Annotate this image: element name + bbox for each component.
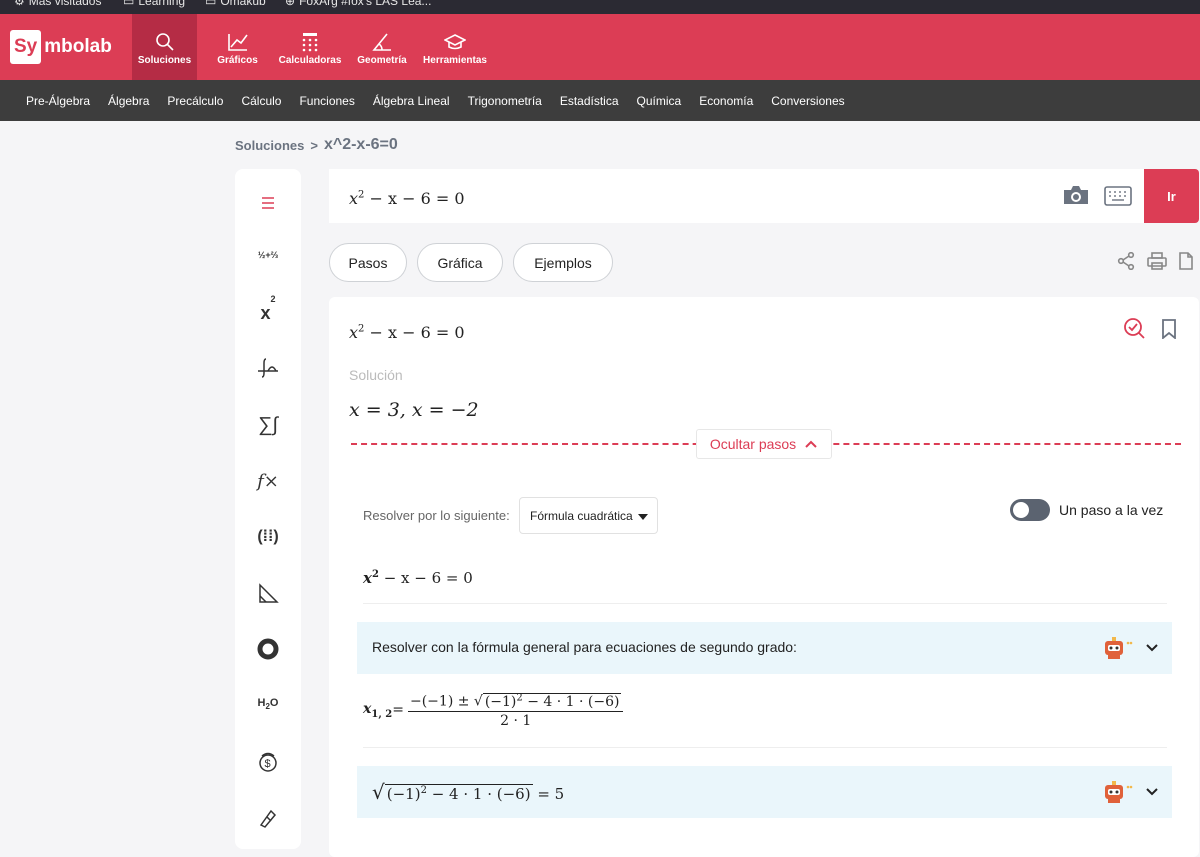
integral-icon[interactable] [235, 348, 301, 388]
chart-donut-icon[interactable] [235, 629, 301, 669]
top-nav: Sy mbolab Soluciones Gráficos Calculadora… [0, 14, 1200, 80]
graduation-cap-icon [444, 29, 466, 55]
breadcrumb-root[interactable]: Soluciones [235, 138, 304, 153]
exponent-icon[interactable]: x2 [235, 293, 301, 333]
sigma-icon[interactable]: ∑∫ [235, 405, 301, 445]
nav-tab-geometria[interactable]: Geometría [352, 14, 412, 80]
print-icon[interactable] [1147, 252, 1167, 275]
discriminant-expression: √ (−1)2 − 4 · 1 · (−6) = 5 [372, 780, 565, 804]
symbol-sidebar: ½+⅔ x2 ∑∫ f× (⁞⁞) H2O $ [235, 169, 301, 849]
chevron-down-icon[interactable] [1145, 784, 1159, 802]
chevron-up-icon [804, 436, 818, 452]
breadcrumb-separator: > [310, 137, 318, 153]
subject-nav: Pre-Álgebra Álgebra Precálculo Cálculo F… [0, 80, 1200, 121]
subnav-pre-algebra[interactable]: Pre-Álgebra [26, 94, 90, 108]
step-description: Resolver con la fórmula general para ecu… [372, 639, 797, 655]
step-by-step-toggle[interactable] [1010, 499, 1050, 521]
subnav-trigonometria[interactable]: Trigonometría [468, 94, 542, 108]
tab-pasos[interactable]: Pasos [329, 243, 407, 282]
triangle-pi-icon[interactable] [235, 573, 301, 613]
solve-by-label: Resolver por lo siguiente: [363, 508, 510, 523]
math-input[interactable]: x2 − x − 6 = 0 [329, 169, 1144, 223]
toggle-knob [1013, 502, 1029, 518]
nav-tab-herramientas[interactable]: Herramientas [420, 14, 490, 80]
folder-icon: ▭ [123, 0, 135, 8]
chemistry-icon[interactable]: H2O [235, 684, 301, 724]
bookmark-foxarg[interactable]: ⊕ FoxArg #fox's LAS Lea... [285, 0, 431, 8]
bookmark-omakub[interactable]: ▭ Omakub [205, 0, 266, 8]
pdf-icon[interactable] [1178, 252, 1194, 275]
symbolab-logo[interactable]: Sy mbolab [10, 30, 112, 64]
search-icon [155, 29, 175, 55]
folder-icon: ▭ [205, 0, 217, 8]
function-icon[interactable]: f× [235, 461, 301, 501]
subnav-quimica[interactable]: Química [637, 94, 682, 108]
fractions-icon[interactable]: ½+⅔ [235, 235, 301, 275]
hide-steps-button[interactable]: Ocultar pasos [696, 429, 832, 459]
divider [363, 603, 1167, 604]
subnav-algebra-lineal[interactable]: Álgebra Lineal [373, 94, 450, 108]
step-box-discriminant[interactable]: √ (−1)2 − 4 · 1 · (−6) = 5 [357, 766, 1172, 818]
menu-icon[interactable] [235, 183, 301, 223]
verify-icon[interactable] [1123, 317, 1145, 344]
caret-down-icon [638, 514, 648, 520]
solution-label: Solución [349, 367, 403, 383]
convert-icon[interactable] [235, 798, 301, 838]
tab-grafica[interactable]: Gráfica [417, 243, 503, 282]
angle-icon [371, 29, 393, 55]
finance-icon[interactable]: $ [235, 742, 301, 782]
result-card: x2 − x − 6 = 0 Solución x = 3, x = −2 Oc… [329, 297, 1199, 857]
nav-tab-calculadoras[interactable]: Calculadoras [276, 14, 344, 80]
subnav-calculo[interactable]: Cálculo [241, 94, 281, 108]
bookmark-most-visited[interactable]: ⚙ Más visitados [14, 0, 101, 8]
robot-icon[interactable] [1102, 779, 1134, 810]
nav-tab-soluciones[interactable]: Soluciones [132, 14, 197, 80]
subnav-precalculo[interactable]: Precálculo [167, 94, 223, 108]
input-expression: x2 − x − 6 = 0 [349, 189, 465, 208]
divider [363, 747, 1167, 748]
step-by-step-label: Un paso a la vez [1059, 502, 1164, 518]
step-box-quadratic-formula[interactable]: Resolver con la fórmula general para ecu… [357, 622, 1172, 674]
method-select[interactable]: Fórmula cuadrática [519, 497, 658, 534]
quadratic-formula: x1, 2 = −(−1) ± √ (−1)2 − 4 · 1 · (−6) 2 … [363, 692, 624, 729]
go-button[interactable]: Ir [1144, 169, 1199, 223]
problem-expression: x2 − x − 6 = 0 [349, 323, 465, 342]
solution-value: x = 3, x = −2 [349, 399, 479, 421]
keyboard-icon[interactable] [1104, 186, 1132, 211]
breadcrumb-current: x^2-x-6=0 [323, 136, 398, 153]
subnav-conversiones[interactable]: Conversiones [771, 94, 844, 108]
breadcrumb: Soluciones > x^2-x-6=0 [235, 136, 398, 154]
subnav-estadistica[interactable]: Estadística [560, 94, 619, 108]
share-icon[interactable] [1117, 251, 1135, 275]
chart-icon [227, 29, 249, 55]
bookmark-learning[interactable]: ▭ Learning [123, 0, 185, 8]
tab-ejemplos[interactable]: Ejemplos [513, 243, 613, 282]
chevron-down-icon[interactable] [1145, 640, 1159, 658]
subnav-funciones[interactable]: Funciones [299, 94, 354, 108]
matrix-icon[interactable]: (⁞⁞) [235, 517, 301, 557]
bookmarks-bar: ⚙ Más visitados ▭ Learning ▭ Omakub ⊕ FoxArg… [0, 0, 1200, 14]
camera-icon[interactable] [1062, 184, 1090, 211]
globe-icon: ⊕ [285, 0, 296, 8]
step-equation: x2 − x − 6 = 0 [363, 569, 473, 587]
nav-tab-graficos[interactable]: Gráficos [205, 14, 270, 80]
gear-icon: ⚙ [14, 0, 25, 8]
robot-icon[interactable] [1102, 635, 1134, 666]
calculator-icon [301, 29, 319, 55]
svg-text:$: $ [265, 758, 271, 770]
subnav-algebra[interactable]: Álgebra [108, 94, 149, 108]
subnav-economia[interactable]: Economía [699, 94, 753, 108]
bookmark-icon[interactable] [1161, 319, 1177, 344]
